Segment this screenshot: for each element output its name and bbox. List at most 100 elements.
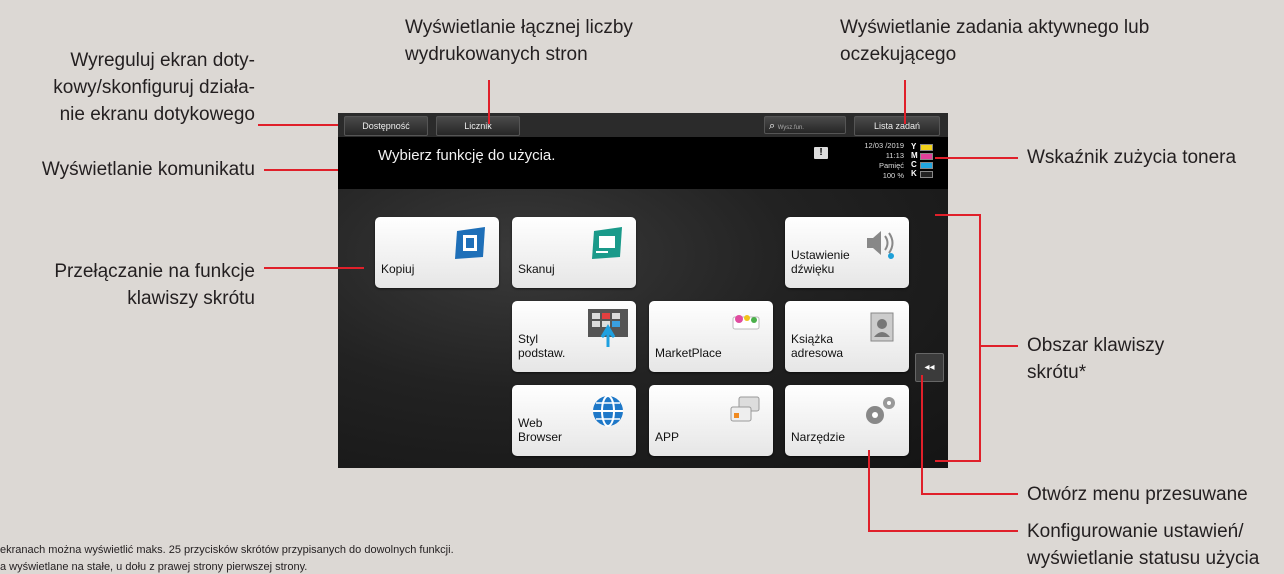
accessibility-button[interactable]: Dostępność — [344, 116, 428, 136]
key-label-line: Web — [518, 416, 543, 430]
annotation-message-display: Wyświetlanie komunikatu — [41, 159, 255, 180]
leader-line — [264, 169, 338, 171]
shortcut-app[interactable]: APP — [649, 385, 773, 456]
shortcut-marketplace[interactable]: MarketPlace — [649, 301, 773, 372]
toner-bar — [920, 162, 933, 169]
key-label-line: Narzędzie — [791, 430, 846, 444]
annotation-slide-menu: Otwórz menu przesuwane — [1027, 484, 1248, 505]
toner-bar — [920, 153, 933, 160]
key-label: Książka adresowa — [791, 332, 843, 360]
key-label: Narzędzie — [791, 430, 845, 444]
footnote-1: ekranach można wyświetlić maks. 25 przyc… — [0, 544, 454, 556]
leader-line — [264, 267, 364, 269]
annotation-line: skrótu* — [1027, 362, 1087, 383]
toner-letter: M — [911, 151, 918, 160]
leader-line — [258, 124, 338, 126]
basic-style-icon — [588, 309, 628, 347]
key-label-line: dźwięku — [791, 262, 835, 276]
address-book-icon — [870, 312, 894, 342]
shortcut-web-browser[interactable]: Web Browser — [512, 385, 636, 456]
scan-icon — [592, 227, 622, 259]
globe-icon — [593, 395, 623, 427]
key-label-line: adresowa — [791, 346, 844, 360]
leader-line — [921, 493, 1018, 495]
annotation-line: klawiszy skrótu — [127, 288, 255, 309]
shortcut-basic-style[interactable]: Styl podstaw. — [512, 301, 636, 372]
leader-line — [921, 375, 923, 494]
key-label: Styl podstaw. — [518, 332, 565, 360]
message-text: Wybierz funkcję do użycia. — [378, 147, 556, 164]
status-readout: 12/03 /2019 11:13 Pamięć 100 % — [848, 141, 904, 181]
leader-line — [979, 345, 1018, 347]
toner-letter: K — [911, 169, 917, 178]
toner-row-k: K — [911, 169, 941, 178]
touch-panel-screen: Dostępność Licznik ⌕ Wysz.fun. Lista zad… — [338, 113, 948, 468]
annotation-line: kowy/skonfiguruj działa- — [53, 77, 255, 98]
annotation-switch-shortcut: Przełączanie na funkcje klawiszy skrótu — [20, 258, 255, 312]
key-label-line: podstaw. — [518, 346, 566, 360]
search-placeholder: Wysz.fun. — [777, 125, 804, 131]
top-bar: Dostępność Licznik ⌕ Wysz.fun. Lista zad… — [338, 113, 948, 137]
leader-line — [935, 157, 1018, 159]
annotation-toner-indicator: Wskaźnik zużycia tonera — [1027, 147, 1237, 168]
annotation-configure-settings: Konfigurowanie ustawień/ wyświetlanie st… — [1027, 518, 1284, 572]
footnote-2: a wyświetlane na stałe, u dołu z prawej … — [0, 561, 308, 573]
leader-line — [935, 214, 981, 216]
key-label-line: Kopiuj — [381, 262, 415, 276]
marketplace-icon — [732, 315, 760, 330]
gear-icon — [866, 397, 895, 424]
key-label-line: Książka — [791, 332, 834, 346]
key-label: Kopiuj — [381, 262, 414, 276]
annotation-line: Wyreguluj ekran doty- — [70, 50, 255, 71]
shortcut-scan[interactable]: Skanuj — [512, 217, 636, 288]
annotation-line: Przełączanie na funkcje — [54, 261, 255, 282]
shortcut-copy[interactable]: Kopiuj — [375, 217, 499, 288]
app-icon — [730, 396, 760, 422]
toner-row-c: C — [911, 160, 941, 169]
search-icon: ⌕ — [769, 120, 776, 132]
annotation-total-pages: Wyświetlanie łącznej liczby wydrukowanyc… — [405, 14, 685, 68]
toner-letter: C — [911, 160, 917, 169]
toner-indicator: Y M C K — [911, 142, 941, 178]
alert-icon[interactable]: ! — [814, 147, 828, 159]
memory-label: Pamięć — [878, 161, 904, 170]
shortcut-utility[interactable]: Narzędzie — [785, 385, 909, 456]
counter-button[interactable]: Licznik — [436, 116, 520, 136]
leader-line — [868, 450, 870, 531]
shortcut-sound-settings[interactable]: Ustawienie dźwięku — [785, 217, 909, 288]
annotation-line: wydrukowanych stron — [405, 44, 588, 65]
key-label-line: MarketPlace — [655, 346, 722, 360]
key-label-line: Skanuj — [518, 262, 555, 276]
shortcut-address-book[interactable]: Książka adresowa — [785, 301, 909, 372]
key-label: Web Browser — [518, 416, 562, 444]
leader-line — [868, 530, 1018, 532]
annotation-adjust-screen: Wyreguluj ekran doty- kowy/skonfiguruj d… — [40, 47, 255, 128]
function-search-button[interactable]: ⌕ Wysz.fun. — [764, 116, 846, 134]
key-label: APP — [655, 430, 679, 444]
leader-line — [488, 80, 490, 124]
key-label: Skanuj — [518, 262, 555, 276]
memory-value: 100 % — [882, 171, 904, 180]
annotation-line: Obszar klawiszy — [1027, 335, 1165, 356]
toner-bar — [920, 144, 933, 151]
annotation-active-job: Wyświetlanie zadania aktywnego lub oczek… — [840, 14, 1200, 68]
annotation-line: Wyświetlanie zadania aktywnego lub — [840, 17, 1150, 38]
toner-bar — [920, 171, 933, 178]
key-label-line: Browser — [518, 430, 563, 444]
slide-menu-button[interactable]: ◂◂ — [915, 353, 944, 382]
annotation-line: nie ekranu dotykowego — [59, 104, 255, 125]
toner-letter: Y — [911, 142, 917, 151]
toner-row-y: Y — [911, 142, 941, 151]
annotation-line: wyświetlanie statusu użycia — [1027, 548, 1260, 569]
message-bar: Wybierz funkcję do użycia. ! 12/03 /2019… — [338, 137, 948, 189]
leader-line — [979, 214, 981, 462]
speaker-icon — [867, 231, 894, 259]
copy-icon — [455, 227, 485, 259]
date-text: 12/03 /2019 — [864, 141, 904, 150]
leader-line — [904, 80, 906, 124]
leader-line — [935, 460, 981, 462]
job-list-button[interactable]: Lista zadań — [854, 116, 940, 136]
time-text: 11:13 — [885, 151, 904, 160]
key-label: Ustawienie dźwięku — [791, 248, 850, 276]
key-label-line: Ustawienie — [791, 248, 850, 262]
